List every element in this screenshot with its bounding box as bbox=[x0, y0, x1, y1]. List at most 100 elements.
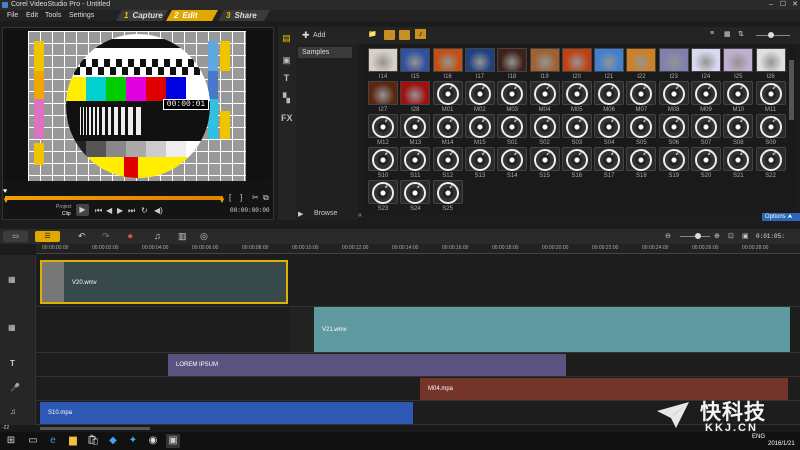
pinned-app-icon[interactable]: ◆ bbox=[106, 434, 120, 448]
menu-settings[interactable]: Settings bbox=[69, 10, 94, 21]
sound-mixer-icon[interactable]: ♫ bbox=[154, 231, 161, 241]
thumbnail-label: I26 bbox=[766, 74, 775, 80]
music-note-icon: ♪ bbox=[577, 147, 583, 158]
audio-file-icon: ♪ bbox=[368, 114, 398, 138]
task-view-icon[interactable]: ▭ bbox=[26, 434, 40, 448]
video-clip[interactable]: V20.wmv bbox=[40, 260, 288, 304]
slider-handle[interactable] bbox=[768, 32, 774, 38]
title-clip[interactable]: LOREM IPSUM bbox=[168, 354, 566, 376]
add-folder-label[interactable]: Add bbox=[313, 32, 325, 39]
file-explorer-icon[interactable]: ▆ bbox=[66, 434, 80, 448]
music-track-header[interactable]: ♫ bbox=[0, 401, 36, 425]
menu-edit[interactable]: Edit bbox=[26, 10, 38, 21]
library-scrollbar[interactable] bbox=[789, 60, 794, 120]
browse-button[interactable]: Browse bbox=[314, 210, 337, 217]
maximize-button[interactable]: ☐ bbox=[778, 0, 788, 10]
zoom-in-icon[interactable]: ⊕ bbox=[714, 232, 720, 240]
enlarge-preview-icon[interactable]: ⧉ bbox=[263, 193, 269, 203]
instant-project-icon[interactable]: ▣ bbox=[281, 55, 292, 65]
home-button[interactable]: ⏮ bbox=[95, 206, 102, 216]
split-clip-icon[interactable]: ✂ bbox=[252, 193, 259, 202]
edge-browser-icon[interactable]: e bbox=[46, 434, 60, 448]
thumbnail-label: S12 bbox=[442, 173, 453, 179]
timeline-ruler[interactable]: 00:00:00:00 00:00:02:00 00:00:04:00 00:0… bbox=[36, 244, 800, 254]
timeline-scrollbar[interactable] bbox=[40, 427, 150, 430]
thumbnail-label: I21 bbox=[604, 74, 614, 80]
project-mode-label[interactable]: Project bbox=[56, 204, 72, 210]
timeline-view-button[interactable]: ☰ bbox=[35, 231, 60, 242]
undo-icon[interactable]: ↶ bbox=[78, 231, 86, 242]
title-category-icon[interactable]: T bbox=[281, 73, 292, 83]
audio-disc-icon bbox=[533, 116, 556, 138]
sort-icon[interactable]: ⇅ bbox=[738, 30, 744, 38]
thumbnail-label: I28 bbox=[411, 107, 420, 113]
play-button[interactable]: ▶ bbox=[76, 204, 89, 216]
fit-project-icon[interactable]: ⊡ bbox=[728, 232, 734, 240]
next-frame-button[interactable]: ▶ bbox=[117, 206, 123, 215]
graphic-category-icon[interactable]: ▚ bbox=[281, 93, 292, 103]
overlay-clip[interactable]: V21.wmv bbox=[290, 307, 790, 352]
menu-tools[interactable]: Tools bbox=[45, 10, 61, 21]
pinned-app-icon[interactable]: ✦ bbox=[126, 434, 140, 448]
music-clip[interactable]: S10.mpa bbox=[40, 402, 413, 424]
show-photos-icon[interactable] bbox=[399, 30, 410, 40]
audio-disc-icon bbox=[695, 83, 717, 105]
pinned-app-icon[interactable]: ◉ bbox=[146, 434, 160, 448]
motion-tracking-icon[interactable]: ◎ bbox=[200, 231, 208, 242]
record-capture-icon[interactable]: ⏺ bbox=[128, 231, 133, 242]
videostudio-taskbar-icon[interactable]: ▣ bbox=[166, 434, 180, 448]
zoom-out-icon[interactable]: ⊖ bbox=[665, 232, 671, 240]
duration-timecode[interactable]: 00:00:00:00 bbox=[230, 207, 270, 214]
mark-out-button[interactable]: ] bbox=[240, 193, 242, 202]
storyboard-view-button[interactable]: ▭ bbox=[3, 231, 28, 242]
auto-music-icon[interactable]: ▥ bbox=[178, 231, 187, 242]
overlay-track-header[interactable]: ▦ bbox=[0, 307, 36, 353]
close-button[interactable]: ✕ bbox=[790, 0, 800, 10]
clip-mode-label[interactable]: Clip bbox=[62, 211, 71, 217]
repeat-button[interactable]: ↻ bbox=[141, 206, 148, 215]
import-folder-icon[interactable]: 📁 bbox=[368, 30, 377, 38]
trim-end-marker[interactable]: ▼ bbox=[218, 196, 226, 205]
audio-disc-icon bbox=[630, 149, 653, 171]
music-note-icon: ♪ bbox=[448, 180, 454, 191]
media-category-icon[interactable]: ▤ bbox=[281, 33, 292, 43]
browse-icon[interactable]: ▶ bbox=[298, 210, 303, 218]
system-clock[interactable]: 2016/1/21 bbox=[768, 441, 795, 447]
video-track: ▦ V20.wmv bbox=[0, 255, 800, 307]
trim-start-marker[interactable]: ▼ bbox=[2, 196, 10, 205]
filter-category-icon[interactable]: FX bbox=[281, 113, 293, 123]
zoom-percentage-icon[interactable]: ▣ bbox=[742, 232, 749, 240]
step-share-tab[interactable]: 3 Share bbox=[218, 10, 270, 21]
audio-file-icon: ♪ bbox=[691, 147, 721, 171]
music-note-icon: ♪ bbox=[448, 81, 454, 92]
mark-in-icon[interactable]: ♥ bbox=[3, 188, 7, 195]
step-edit-tab[interactable]: 2 Edit bbox=[166, 10, 218, 21]
step-label: Share bbox=[234, 11, 257, 20]
scrubber-bar[interactable] bbox=[5, 196, 223, 200]
show-audio-icon[interactable]: ♪ bbox=[415, 29, 426, 39]
store-icon[interactable]: 🛍 bbox=[86, 434, 100, 448]
samples-folder[interactable]: Samples bbox=[298, 47, 352, 58]
preview-window[interactable]: 00:00:01 bbox=[3, 31, 271, 181]
step-capture-tab[interactable]: 1 Capture bbox=[116, 10, 168, 21]
title-track-header[interactable]: T bbox=[0, 353, 36, 377]
step-label: Edit bbox=[182, 11, 198, 20]
minimize-button[interactable]: – bbox=[766, 0, 776, 10]
volume-icon[interactable]: ◀) bbox=[154, 206, 163, 215]
input-language[interactable]: ENG bbox=[752, 434, 765, 440]
end-button[interactable]: ⏭ bbox=[128, 206, 135, 216]
previous-frame-button[interactable]: ◀ bbox=[106, 206, 112, 215]
add-folder-icon[interactable]: ✚ bbox=[302, 30, 310, 41]
list-view-icon[interactable]: ≡ bbox=[710, 30, 714, 37]
redo-icon[interactable]: ↷ bbox=[102, 231, 110, 242]
menu-file[interactable]: File bbox=[7, 10, 18, 21]
mark-in-button[interactable]: [ bbox=[229, 193, 231, 202]
audio-file-icon: ♪ bbox=[432, 114, 463, 138]
voice-track-header[interactable]: 🎤 bbox=[0, 377, 36, 401]
thumbnail-view-icon[interactable]: ▦ bbox=[724, 30, 731, 38]
options-button[interactable]: Options ⮝ bbox=[762, 213, 800, 221]
video-track-header[interactable]: ▦ bbox=[0, 255, 36, 307]
show-videos-icon[interactable] bbox=[384, 30, 395, 40]
zoom-slider-handle[interactable] bbox=[695, 233, 701, 239]
start-windows-icon[interactable]: ⊞ bbox=[4, 434, 18, 448]
